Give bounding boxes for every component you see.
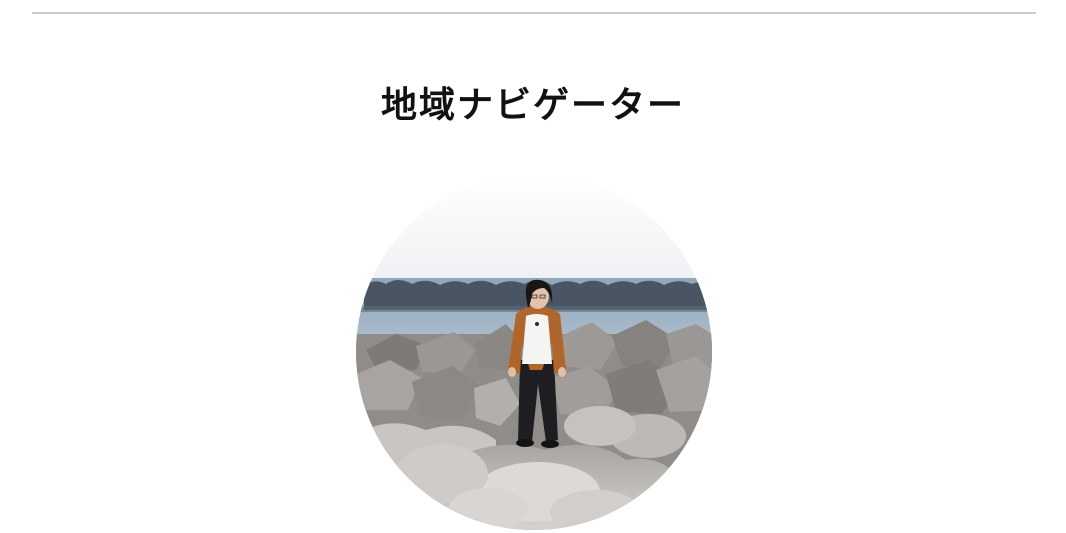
top-divider bbox=[32, 12, 1036, 14]
section-title: 地域ナビゲーター bbox=[380, 85, 685, 127]
navigator-photo bbox=[356, 174, 712, 530]
sky bbox=[356, 174, 712, 284]
